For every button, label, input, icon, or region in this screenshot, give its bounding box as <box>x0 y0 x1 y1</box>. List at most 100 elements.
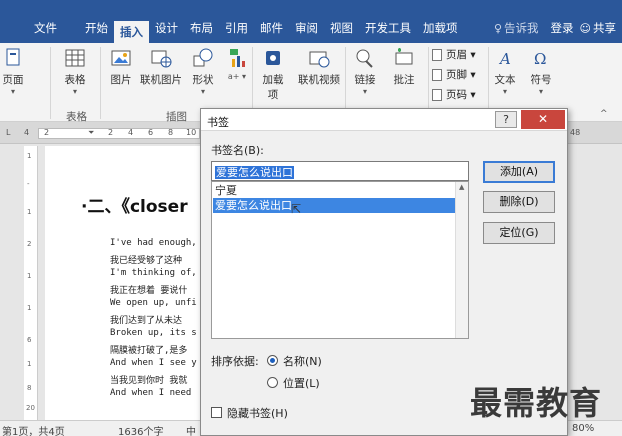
online-video-button[interactable]: 联机视频 <box>298 47 340 87</box>
hidden-bookmarks-label[interactable]: 隐藏书签(H) <box>227 405 288 421</box>
tab-home[interactable]: 开始 <box>79 17 114 39</box>
hidden-bookmarks-checkbox[interactable] <box>211 407 222 418</box>
page-button[interactable]: 页面 ▾ <box>2 47 24 96</box>
chevron-down-icon: ▾ <box>10 87 15 96</box>
online-picture-button[interactable]: 联机图片 <box>140 47 182 87</box>
mouse-cursor-icon: ⇱ <box>291 202 302 216</box>
header-label: 页眉 <box>446 49 467 61</box>
sort-name-radio[interactable] <box>267 355 278 366</box>
header-button[interactable]: 页眉 ▾ <box>432 47 476 62</box>
text-icon: A <box>498 50 511 68</box>
document-heading: ·二、《closer <box>81 197 188 217</box>
zoom-level[interactable]: 80% <box>572 423 594 434</box>
tell-me-input[interactable]: 告诉我 <box>502 17 545 39</box>
ruler-tick: 6 <box>148 128 154 137</box>
tab-design[interactable]: 设计 <box>149 17 184 39</box>
ruler-tab-selector[interactable]: L <box>6 128 10 137</box>
collapse-ribbon-icon[interactable]: ^ <box>600 109 608 119</box>
picture-label: 图片 <box>110 74 132 86</box>
share-button[interactable]: 共享 <box>591 17 622 39</box>
document-line: I've had enough, <box>110 238 197 248</box>
vruler-tick: 1 <box>27 208 32 216</box>
close-button[interactable]: ✕ <box>521 110 565 129</box>
chevron-down-icon: ▾ <box>467 48 476 61</box>
chart-smartart-buttons[interactable]: a+ ▾ <box>226 47 248 81</box>
page-label: 页面 <box>2 74 24 86</box>
tab-developer[interactable]: 开发工具 <box>359 17 417 39</box>
shapes-button[interactable]: 形状 ▾ <box>192 47 214 96</box>
indent-marker[interactable]: ⏷ <box>88 128 94 138</box>
chevron-down-icon: a+ ▾ <box>227 72 247 81</box>
word-count[interactable]: 1636个字 <box>118 423 163 436</box>
sort-name-label[interactable]: 名称(N) <box>283 353 322 369</box>
language-indicator[interactable]: 中 <box>186 423 196 436</box>
person-icon: ☺ <box>579 21 591 35</box>
delete-button[interactable]: 删除(D) <box>483 191 555 213</box>
comment-button[interactable]: 批注 <box>393 47 415 87</box>
add-button[interactable]: 添加(A) <box>483 161 555 183</box>
sort-location-radio[interactable] <box>267 377 278 388</box>
list-item-selected[interactable]: 爱要怎么说出口 <box>213 198 456 213</box>
document-line: 我已经受够了这种 <box>110 256 183 266</box>
list-item[interactable]: 宁夏 <box>213 183 456 198</box>
footer-button[interactable]: 页脚 ▾ <box>432 67 476 82</box>
dialog-title-bar[interactable]: 书签 ? ✕ <box>201 109 567 131</box>
ruler-tick: 2 <box>44 128 50 137</box>
vruler-tick: 20 <box>26 404 35 412</box>
document-line: 我们达到了从未达 <box>110 316 183 326</box>
document-page[interactable]: ·二、《closer I've had enough, 我已经受够了这种 I'm… <box>45 146 205 420</box>
ruler-track <box>38 128 200 139</box>
sort-location-label[interactable]: 位置(L) <box>283 375 320 391</box>
vruler-tick: - <box>27 180 30 188</box>
addins-icon <box>266 51 280 65</box>
bookmark-list[interactable]: 宁夏 爱要怎么说出口 ▲ <box>211 181 469 339</box>
ruler-tick: 2 <box>108 128 114 137</box>
svg-text:Ω: Ω <box>534 50 546 68</box>
table-button[interactable]: 表格 ▾ <box>64 47 86 96</box>
link-label: 链接 <box>354 74 376 86</box>
chevron-down-icon: ▾ <box>538 87 543 96</box>
chevron-down-icon: ▾ <box>200 87 205 96</box>
vruler-tick: 2 <box>27 240 32 248</box>
ruler-tick: 8 <box>168 128 174 137</box>
document-line: Broken up, its s <box>110 328 197 338</box>
tab-mailings[interactable]: 邮件 <box>254 17 289 39</box>
lightbulb-icon: ♀ <box>493 21 503 35</box>
sort-by-label: 排序依据: <box>211 355 259 368</box>
list-scrollbar[interactable]: ▲ <box>455 182 468 338</box>
symbol-label: 符号 <box>530 74 552 86</box>
symbol-button[interactable]: Ω 符号 ▾ <box>530 47 552 96</box>
vruler-tick: 1 <box>27 304 32 312</box>
title-bar <box>0 0 622 13</box>
tab-layout[interactable]: 布局 <box>184 17 219 39</box>
goto-button[interactable]: 定位(G) <box>483 222 555 244</box>
ruler-tick: 4 <box>24 128 30 137</box>
help-button[interactable]: ? <box>495 111 517 128</box>
text-label: 文本 <box>494 74 516 86</box>
vertical-ruler: 1 - 1 2 1 1 6 1 8 20 <box>24 146 38 420</box>
tab-addins[interactable]: 加载项 <box>417 17 464 39</box>
ruler-tick: 4 <box>128 128 134 137</box>
bookmark-name-input[interactable]: 爱要怎么说出口 <box>211 161 469 181</box>
smartart-icon <box>230 49 245 67</box>
tab-review[interactable]: 审阅 <box>289 17 324 39</box>
document-line: 当我见到你时 我就 <box>110 376 188 386</box>
tab-references[interactable]: 引用 <box>219 17 254 39</box>
tab-file[interactable]: 文件 <box>28 17 63 39</box>
text-button[interactable]: A 文本 ▾ <box>494 47 516 96</box>
ribbon-separator <box>100 47 101 119</box>
watermark-text: 最需教育 <box>470 384 603 422</box>
addins-button[interactable]: 加载 项 <box>262 47 284 102</box>
picture-button[interactable]: 图片 <box>110 47 132 87</box>
vruler-tick: 1 <box>27 152 32 160</box>
tab-insert[interactable]: 插入 <box>114 21 149 43</box>
login-link[interactable]: 登录 <box>545 17 580 39</box>
page-count[interactable]: 第1页，共4页 <box>2 423 65 436</box>
tab-view[interactable]: 视图 <box>324 17 359 39</box>
ribbon-tab-bar: 文件 开始 插入 设计 布局 引用 邮件 审阅 视图 开发工具 加载项 ♀ 告诉… <box>0 13 622 43</box>
scroll-up-icon[interactable]: ▲ <box>459 183 464 191</box>
page-icon <box>6 48 20 66</box>
dialog-title: 书签 <box>207 116 229 129</box>
page-number-button[interactable]: 页码 ▾ <box>432 87 476 102</box>
link-button[interactable]: 链接 ▾ <box>354 47 376 96</box>
